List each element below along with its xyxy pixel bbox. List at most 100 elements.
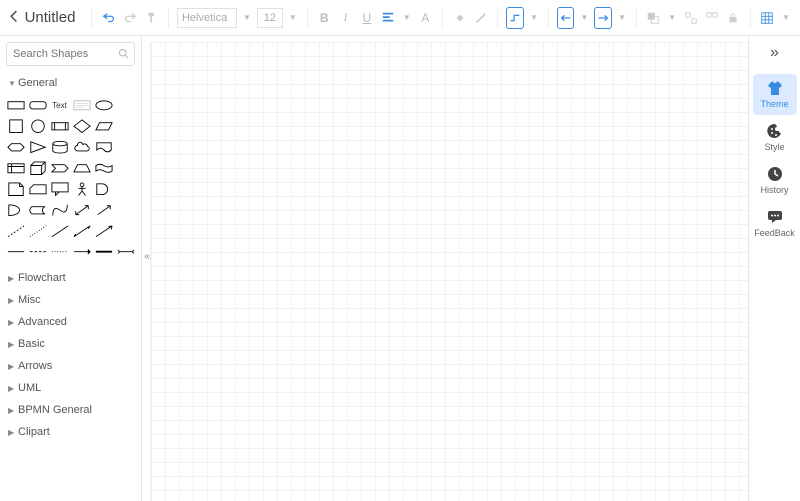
grid-button[interactable] — [759, 7, 776, 29]
shape-datastore[interactable] — [28, 201, 47, 219]
category-basic[interactable]: ▶Basic — [6, 333, 135, 355]
shape-conn5[interactable] — [94, 243, 113, 261]
italic-button[interactable]: I — [337, 7, 354, 29]
shape-process[interactable] — [50, 117, 69, 135]
shape-roundrect[interactable] — [28, 96, 47, 114]
category-flowchart[interactable]: ▶Flowchart — [6, 267, 135, 289]
rp-theme[interactable]: Theme — [753, 74, 797, 115]
shape-conn1[interactable] — [6, 243, 25, 261]
shape-step[interactable] — [50, 159, 69, 177]
expand-right-panel[interactable]: » — [770, 44, 779, 62]
layer-caret[interactable]: ▼ — [666, 13, 678, 22]
shape-circle[interactable] — [28, 117, 47, 135]
size-dropdown-caret[interactable]: ▼ — [287, 13, 299, 22]
category-advanced[interactable]: ▶Advanced — [6, 311, 135, 333]
separator — [497, 8, 498, 28]
shape-conn4[interactable] — [72, 243, 91, 261]
collapse-left-panel[interactable]: « — [142, 251, 152, 275]
shape-hexagon[interactable] — [6, 138, 25, 156]
shape-arrowline[interactable] — [94, 222, 113, 240]
arrow-start-button[interactable] — [557, 7, 575, 29]
bring-front-button[interactable] — [645, 7, 662, 29]
arrow-start-caret[interactable]: ▼ — [578, 13, 590, 22]
rp-history[interactable]: History — [753, 160, 797, 201]
shape-blank5[interactable] — [116, 180, 135, 198]
shape-cloud[interactable] — [72, 138, 91, 156]
font-color-button[interactable]: A — [417, 7, 434, 29]
arrow-end-caret[interactable]: ▼ — [616, 13, 628, 22]
shape-cube[interactable] — [28, 159, 47, 177]
rp-style[interactable]: Style — [753, 117, 797, 158]
undo-button[interactable] — [100, 7, 117, 29]
arrow-end-button[interactable] — [594, 7, 612, 29]
category-clipart[interactable]: ▶Clipart — [6, 421, 135, 443]
grid-caret[interactable]: ▼ — [780, 13, 792, 22]
shape-internal[interactable] — [6, 159, 25, 177]
stroke-color-button[interactable] — [472, 7, 489, 29]
shape-trapezoid[interactable] — [72, 159, 91, 177]
font-family-input[interactable] — [177, 8, 237, 28]
shape-blank6[interactable] — [116, 201, 135, 219]
shape-conn3[interactable] — [50, 243, 69, 261]
font-dropdown-caret[interactable]: ▼ — [241, 13, 253, 22]
shape-cylinder[interactable] — [50, 138, 69, 156]
category-bpmn[interactable]: ▶BPMN General — [6, 399, 135, 421]
underline-button[interactable]: U — [358, 7, 375, 29]
shape-and[interactable] — [94, 180, 113, 198]
lock-button[interactable] — [725, 7, 742, 29]
redo-button[interactable] — [122, 7, 139, 29]
shape-parallelogram[interactable] — [94, 117, 113, 135]
align-caret[interactable]: ▼ — [401, 13, 413, 22]
shape-card[interactable] — [28, 180, 47, 198]
shape-line[interactable] — [50, 222, 69, 240]
category-uml[interactable]: ▶UML — [6, 377, 135, 399]
shape-biline[interactable] — [72, 222, 91, 240]
shape-actor[interactable] — [72, 180, 91, 198]
shape-arrow[interactable] — [94, 201, 113, 219]
shapes-panel: ▼General Text — [0, 36, 142, 501]
shape-blank4[interactable] — [116, 159, 135, 177]
shape-textbox[interactable] — [72, 96, 91, 114]
rp-feedback[interactable]: FeedBack — [753, 203, 797, 244]
font-size-input[interactable] — [257, 8, 283, 28]
shape-note[interactable] — [6, 180, 25, 198]
shape-or[interactable] — [6, 201, 25, 219]
shape-document[interactable] — [94, 138, 113, 156]
shape-conn6[interactable] — [116, 243, 135, 261]
shape-rect[interactable] — [6, 96, 25, 114]
shape-triangle[interactable] — [28, 138, 47, 156]
shape-blank7[interactable] — [116, 222, 135, 240]
shape-blank[interactable] — [116, 96, 135, 114]
shape-square[interactable] — [6, 117, 25, 135]
shape-dashline[interactable] — [6, 222, 25, 240]
fill-color-button[interactable] — [451, 7, 468, 29]
canvas[interactable] — [150, 42, 748, 501]
shape-blank3[interactable] — [116, 138, 135, 156]
document-title[interactable]: Untitled — [25, 9, 76, 26]
back-button[interactable] — [8, 10, 21, 26]
conn-caret[interactable]: ▼ — [528, 13, 540, 22]
bold-button[interactable]: B — [316, 7, 333, 29]
shape-curve[interactable] — [50, 201, 69, 219]
shape-blank2[interactable] — [116, 117, 135, 135]
search-input[interactable] — [6, 42, 135, 66]
category-misc[interactable]: ▶Misc — [6, 289, 135, 311]
shape-ellipse[interactable] — [94, 96, 113, 114]
shape-text[interactable]: Text — [50, 96, 69, 114]
align-button[interactable] — [380, 7, 397, 29]
ungroup-button[interactable] — [703, 7, 720, 29]
format-painter-button[interactable] — [143, 7, 160, 29]
connection-style-button[interactable] — [506, 7, 524, 29]
shape-tape[interactable] — [94, 159, 113, 177]
shape-conn2[interactable] — [28, 243, 47, 261]
shape-dotline[interactable] — [28, 222, 47, 240]
rp-label: History — [760, 185, 788, 195]
group-button[interactable] — [682, 7, 699, 29]
caret-right-icon: ▶ — [8, 318, 18, 327]
shape-callout[interactable] — [50, 180, 69, 198]
shape-biarrow[interactable] — [72, 201, 91, 219]
shape-diamond[interactable] — [72, 117, 91, 135]
category-general[interactable]: ▼General — [6, 72, 135, 94]
topbar: Untitled ▼ ▼ B I U ▼ A ▼ ▼ ▼ ▼ ▼ — [0, 0, 800, 36]
category-arrows[interactable]: ▶Arrows — [6, 355, 135, 377]
